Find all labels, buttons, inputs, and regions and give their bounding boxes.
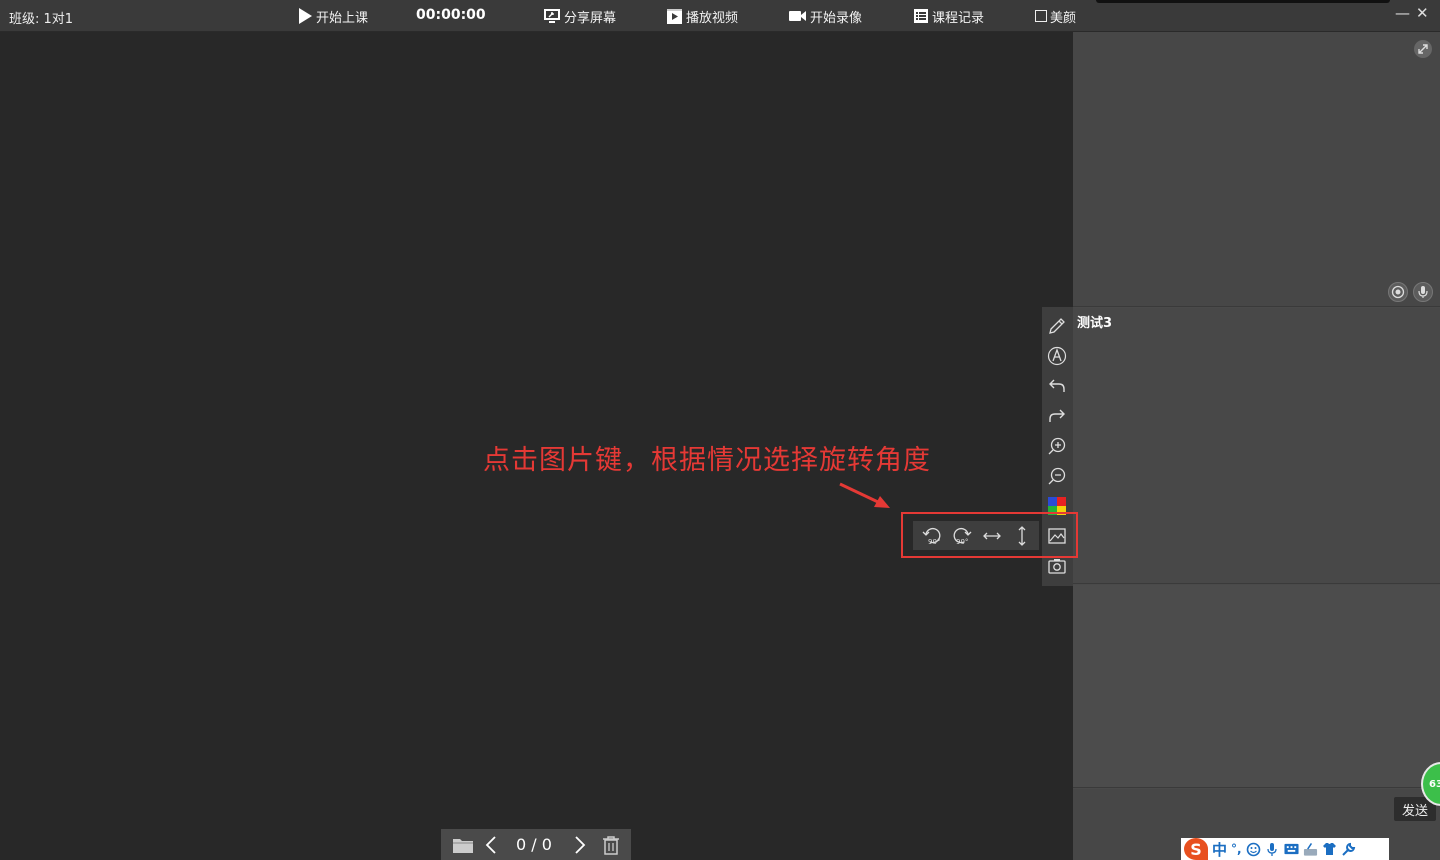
chevron-right-icon [575,836,586,854]
start-class-label: 开始上课 [316,10,369,26]
ime-toolbar[interactable]: S 中 °, [1181,838,1389,860]
folder-icon [453,839,473,853]
screenshot-tool[interactable] [1046,555,1068,577]
beauty-label: 美颜 [1050,10,1077,26]
checkbox-icon [1035,10,1047,22]
course-record-button[interactable]: 课程记录 [913,6,984,26]
student-video-area: 测试3 [1073,308,1440,584]
open-folder-button[interactable] [451,834,475,856]
expand-button[interactable] [1414,40,1432,58]
mic-toggle-button[interactable] [1413,282,1433,302]
video-clip-icon [667,8,682,24]
expand-icon [1418,44,1428,54]
page-navigator: 0 / 0 [441,829,631,860]
delete-page-button[interactable] [599,834,623,856]
trash-icon [603,836,619,855]
wrench-icon[interactable] [1341,842,1356,857]
annotation-text: 点击图片键，根据情况选择旋转角度 [483,445,931,476]
undo-icon [1049,379,1065,392]
window-shadow [1096,0,1390,3]
camera-icon [1048,559,1066,574]
student-name: 测试3 [1077,316,1113,331]
list-icon [914,9,928,23]
top-toolbar: 班级: 1对1 开始上课 00:00:00 分享屏幕 播放视频 开始录像 课程记… [0,0,1440,32]
camera-toggle-button[interactable] [1388,282,1408,302]
close-button[interactable]: ✕ [1416,4,1429,22]
chat-messages-area [1073,585,1440,788]
pencil-tool[interactable] [1046,315,1068,337]
next-page-button[interactable] [570,834,590,856]
share-screen-button[interactable]: 分享屏幕 [543,6,616,26]
text-tool[interactable] [1046,345,1068,367]
course-record-label: 课程记录 [932,10,985,26]
microphone-icon [1418,286,1428,298]
ime-mode[interactable]: 中 [1212,839,1227,860]
play-icon [299,8,312,24]
skin-icon[interactable] [1322,842,1337,857]
zoom-out-tool[interactable] [1046,465,1068,487]
ime-punct[interactable]: °, [1231,842,1242,856]
keyboard-icon[interactable] [1284,842,1299,857]
play-video-label: 播放视频 [686,10,739,26]
share-screen-label: 分享屏幕 [564,10,617,26]
zoom-in-icon [1048,437,1066,455]
play-video-button[interactable]: 播放视频 [666,6,738,26]
zoom-in-tool[interactable] [1046,435,1068,457]
right-panel: 测试3 [1073,32,1440,860]
highlight-box [901,512,1078,558]
ime-logo[interactable]: S [1184,838,1208,860]
minimize-button[interactable]: — [1395,4,1410,22]
class-label: 班级: 1对1 [9,12,74,27]
undo-tool[interactable] [1046,375,1068,397]
start-record-button[interactable]: 开始录像 [788,6,862,26]
pencil-icon [1049,318,1065,334]
chevron-left-icon [485,836,496,854]
video-camera-icon [789,11,806,21]
zoom-out-icon [1048,467,1066,485]
page-indicator: 0 / 0 [516,835,552,854]
prev-page-button[interactable] [481,834,501,856]
class-timer: 00:00:00 [416,7,486,23]
handwriting-icon[interactable] [1303,842,1318,857]
start-class-button[interactable]: 开始上课 [297,6,368,26]
webcam-icon [1391,285,1405,299]
redo-icon [1049,409,1065,422]
text-icon [1047,346,1067,366]
redo-tool[interactable] [1046,405,1068,427]
start-record-label: 开始录像 [810,10,863,26]
emoji-icon[interactable] [1246,842,1261,857]
beauty-checkbox[interactable]: 美颜 [1035,6,1076,26]
teacher-video-area [1073,32,1440,307]
annotation-arrow [839,482,890,508]
voice-icon[interactable] [1265,842,1280,857]
share-screen-icon [544,9,560,23]
